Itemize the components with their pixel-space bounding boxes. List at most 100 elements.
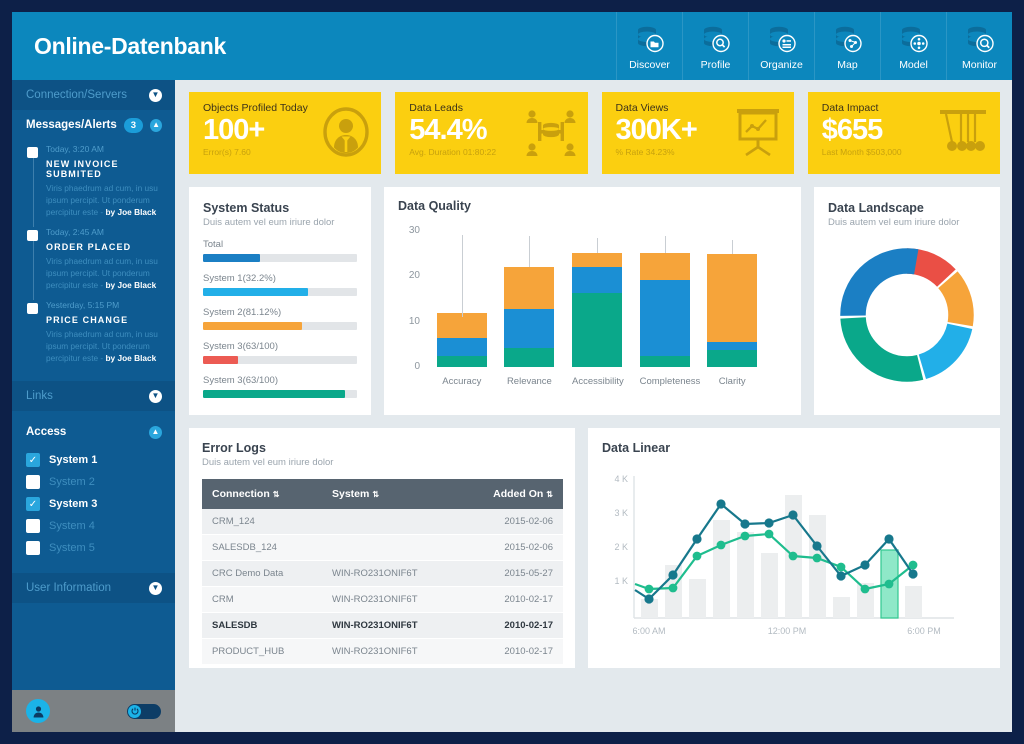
svg-text:4 K: 4 K bbox=[614, 474, 628, 484]
chevron-down-icon[interactable]: ▼ bbox=[149, 389, 162, 403]
progress-track bbox=[203, 254, 357, 262]
database-magnifier-icon bbox=[963, 25, 997, 56]
progress-item: Total bbox=[203, 239, 357, 262]
cell-connection: SALESDB bbox=[202, 612, 322, 639]
nav-item-profile[interactable]: Profile bbox=[682, 12, 748, 80]
timeline-line bbox=[33, 241, 34, 301]
access-item-system-5[interactable]: System 5 bbox=[26, 537, 175, 559]
message-body: Viris phaedrum ad cum, in usu ipsum perc… bbox=[46, 256, 158, 291]
sidebar-section-connection-servers[interactable]: Connection/Servers ▼ bbox=[12, 80, 175, 110]
chevron-up-icon[interactable]: ▲ bbox=[150, 118, 162, 132]
error-logs-table: Connection ⇅ System ⇅ Added On ⇅ CRM_124 20… bbox=[202, 479, 563, 665]
database-network-icon bbox=[897, 25, 931, 56]
database-search-icon bbox=[699, 25, 733, 56]
card-title: Error Logs bbox=[202, 441, 266, 455]
table-row[interactable]: CRC Demo Data WIN-RO231ONIF6T 2015-05-27 bbox=[202, 560, 563, 587]
progress-track bbox=[203, 390, 357, 398]
table-row[interactable]: CRM_124 2015-02-06 bbox=[202, 509, 563, 535]
sort-icon[interactable]: ⇅ bbox=[546, 490, 553, 499]
nav-label-discover: Discover bbox=[629, 59, 670, 71]
checkbox-unchecked-icon[interactable] bbox=[26, 519, 40, 534]
chevron-down-icon[interactable]: ▼ bbox=[149, 581, 162, 595]
message-body: Viris phaedrum ad cum, in usu ipsum perc… bbox=[46, 329, 158, 364]
sort-icon[interactable]: ⇅ bbox=[372, 490, 379, 499]
nav-label-profile: Profile bbox=[700, 59, 731, 71]
access-item-system-3[interactable]: ✓ System 3 bbox=[26, 493, 175, 515]
progress-item: System 3(63/100) bbox=[203, 375, 357, 398]
sidebar: Connection/Servers ▼ Messages/Alerts 3 ▲… bbox=[12, 80, 175, 732]
table-row[interactable]: SALESDB_124 2015-02-06 bbox=[202, 534, 563, 561]
nav-label-organize: Organize bbox=[760, 59, 803, 71]
sidebar-section-access[interactable]: Access ▲ bbox=[12, 417, 175, 447]
kpi-card-objects-profiled[interactable]: Objects Profiled Today 100+ Error(s) 7.6… bbox=[189, 92, 382, 174]
app-header: Online-Datenbank Discover Profile Organi… bbox=[12, 12, 1012, 80]
power-toggle[interactable] bbox=[127, 703, 161, 719]
cell-added-on: 2010-02-17 bbox=[459, 638, 563, 665]
user-avatar-icon[interactable] bbox=[26, 699, 50, 723]
kpi-card-data-views[interactable]: Data Views 300K+ % Rate 34.23% bbox=[601, 92, 794, 174]
kpi-card-data-leads[interactable]: Data Leads 54.4% Avg. Duration 01:80:22 bbox=[395, 92, 588, 174]
sidebar-footer bbox=[12, 690, 175, 732]
bar-segment-blue bbox=[571, 267, 622, 293]
column-header-system[interactable]: System ⇅ bbox=[322, 479, 460, 509]
nav-label-model: Model bbox=[899, 59, 928, 71]
x-label-accuracy: Accuracy bbox=[442, 376, 482, 387]
bar-segment-blue bbox=[504, 309, 555, 348]
data-linear-card: Data Linear 4 K 3 K 2 K 1 K 6:00 AM 12:0… bbox=[588, 428, 1000, 668]
access-item-system-2[interactable]: System 2 bbox=[26, 471, 175, 493]
table-header-row: Connection ⇅ System ⇅ Added On ⇅ bbox=[202, 479, 563, 509]
table-row[interactable]: SALESDB WIN-RO231ONIF6T 2010-02-17 bbox=[202, 612, 563, 639]
sidebar-section-user-information[interactable]: User Information ▼ bbox=[12, 573, 175, 604]
checkbox-checked-icon[interactable]: ✓ bbox=[26, 497, 40, 512]
sidebar-section-links[interactable]: Links ▼ bbox=[12, 381, 175, 412]
table-row[interactable]: PRODUCT_HUB WIN-RO231ONIF6T 2010-02-17 bbox=[202, 638, 563, 665]
timeline-line bbox=[33, 158, 34, 228]
cell-system: WIN-RO231ONIF6T bbox=[322, 560, 460, 587]
table-row[interactable]: CRM WIN-RO231ONIF6T 2010-02-17 bbox=[202, 586, 563, 613]
nav-item-organize[interactable]: Organize bbox=[748, 12, 814, 80]
kpi-card-data-impact[interactable]: Data Impact $655 Last Month $503,000 bbox=[807, 92, 1000, 174]
access-item-system-4[interactable]: System 4 bbox=[26, 515, 175, 537]
progress-fill bbox=[203, 288, 308, 296]
progress-label: System 3(63/100) bbox=[203, 341, 278, 352]
bar-relevance bbox=[504, 236, 555, 367]
checkbox-unchecked-icon[interactable] bbox=[26, 541, 40, 556]
data-quality-chart: 30 20 10 0 Accuracy Relevance Accessibil… bbox=[398, 225, 766, 391]
charts-row-1: System Status Duis autem vel eum iriure … bbox=[189, 187, 1000, 415]
sort-icon[interactable]: ⇅ bbox=[273, 490, 280, 499]
progress-label: Total bbox=[203, 239, 224, 250]
progress-label: System 3(63/100) bbox=[203, 375, 278, 386]
progress-label: System 2(81.12%) bbox=[203, 307, 282, 318]
checkbox-checked-icon[interactable]: ✓ bbox=[26, 453, 40, 468]
table-head: Connection ⇅ System ⇅ Added On ⇅ bbox=[202, 479, 563, 509]
data-landscape-card: Data Landscape Duis autem vel eum iriure… bbox=[814, 187, 1000, 415]
user-profile-icon bbox=[322, 107, 370, 157]
column-header-connection[interactable]: Connection ⇅ bbox=[202, 479, 322, 509]
chevron-down-icon[interactable]: ▼ bbox=[149, 88, 162, 102]
message-item[interactable]: Today, 2:45 AM ORDER PLACED Viris phaedr… bbox=[12, 227, 175, 301]
card-title: Data Landscape bbox=[828, 201, 924, 215]
x-label-relevance: Relevance bbox=[506, 376, 552, 387]
access-list: ✓ System 1 System 2 ✓ System 3 System 4 … bbox=[12, 447, 175, 569]
messages-count-badge: 3 bbox=[123, 117, 144, 133]
message-item[interactable]: Today, 3:20 AM NEW INVOICE SUBMITED Viri… bbox=[12, 144, 175, 228]
series-light-green-points bbox=[644, 529, 918, 594]
bar-segment-orange bbox=[504, 267, 555, 309]
nav-item-discover[interactable]: Discover bbox=[616, 12, 682, 80]
checkbox-unchecked-icon[interactable] bbox=[26, 475, 40, 490]
sidebar-section-label: User Information bbox=[26, 582, 112, 595]
sidebar-section-messages-alerts[interactable]: Messages/Alerts 3 ▲ bbox=[12, 110, 175, 140]
nav-item-monitor[interactable]: Monitor bbox=[946, 12, 1012, 80]
nav-item-model[interactable]: Model bbox=[880, 12, 946, 80]
chevron-up-icon[interactable]: ▲ bbox=[149, 425, 162, 439]
cell-system bbox=[322, 534, 460, 561]
access-item-system-1[interactable]: ✓ System 1 bbox=[26, 449, 175, 471]
nav-item-map[interactable]: Map bbox=[814, 12, 880, 80]
whisker bbox=[461, 235, 463, 317]
bar-completeness bbox=[639, 236, 690, 367]
message-item[interactable]: Yesterday, 5:15 PM PRICE CHANGE Viris ph… bbox=[12, 300, 175, 364]
bar-segment-blue bbox=[639, 280, 690, 356]
progress-fill bbox=[203, 322, 302, 330]
messages-list: Today, 3:20 AM NEW INVOICE SUBMITED Viri… bbox=[12, 140, 175, 381]
column-header-added-on[interactable]: Added On ⇅ bbox=[459, 479, 563, 509]
